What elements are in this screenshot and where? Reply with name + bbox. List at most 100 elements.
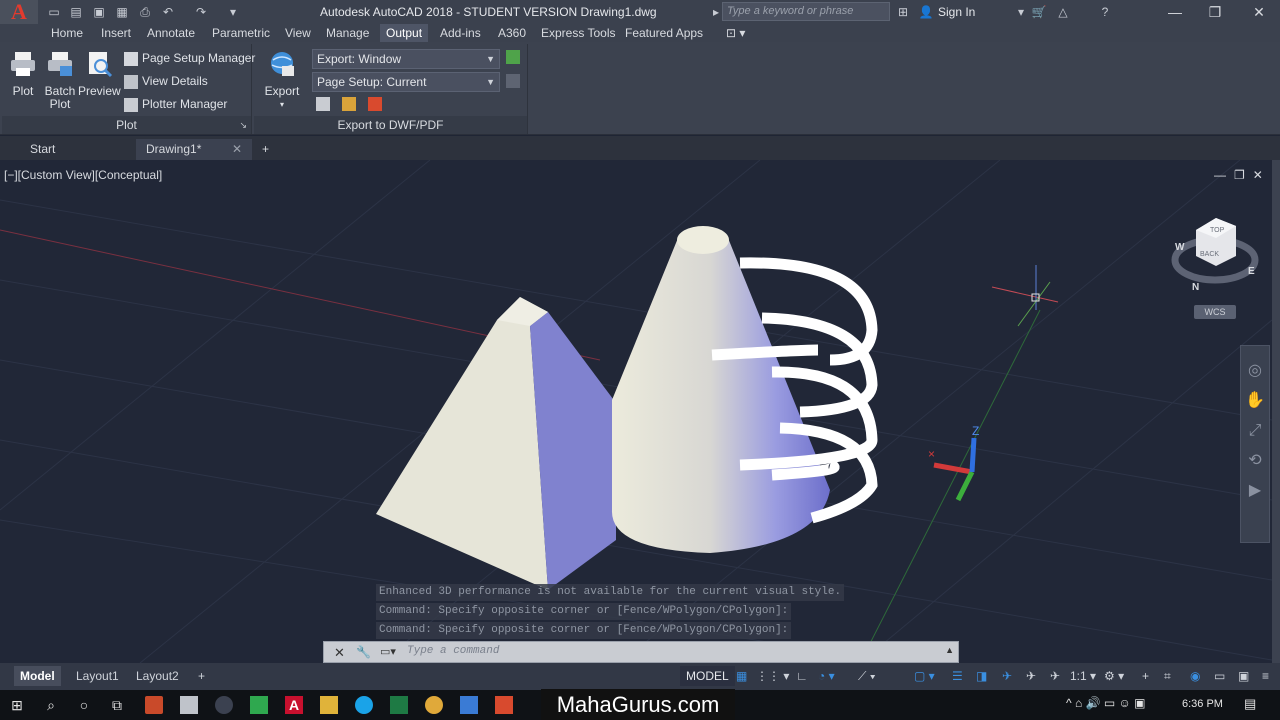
application-menu-button[interactable]: A [0, 0, 38, 24]
steering-wheel-icon[interactable]: ◎ [1241, 356, 1269, 386]
system-tray[interactable]: ^ ⌂ 🔊 ▭ ☺ ▣ [1066, 696, 1145, 710]
word-icon[interactable] [460, 696, 478, 714]
tab-model[interactable]: Model [14, 666, 61, 686]
file-explorer-icon[interactable] [320, 696, 338, 714]
tab-layout2[interactable]: Layout2 [130, 666, 185, 686]
ucs-icon[interactable]: × Z [928, 424, 979, 502]
ortho-icon[interactable]: ∟ [790, 666, 814, 686]
pyramid-solid[interactable] [376, 297, 616, 590]
customize-qat-icon[interactable]: ▾ [225, 4, 241, 20]
export-dwfx-icon[interactable] [342, 97, 356, 111]
save-icon[interactable]: ▣ [91, 4, 107, 20]
help-icon[interactable]: ? [1097, 4, 1113, 20]
tab-insert[interactable]: Insert [95, 24, 137, 42]
preview-dwf-icon[interactable] [316, 97, 330, 111]
tab-a360[interactable]: A360 [492, 24, 532, 42]
tab-home[interactable]: Home [45, 24, 89, 42]
undo-icon[interactable]: ↶ [160, 4, 176, 20]
snap-icon[interactable]: ⋮⋮ ▾ [750, 666, 795, 686]
chrome-icon[interactable] [425, 696, 443, 714]
tab-add-ins[interactable]: Add-ins [434, 24, 487, 42]
clean-screen-icon[interactable]: ▣ [1232, 666, 1255, 686]
task-view-icon[interactable]: ⧉ [108, 696, 126, 714]
pan-icon[interactable]: ✋ [1241, 386, 1269, 416]
customization-icon[interactable]: ≡ [1256, 666, 1275, 686]
auto-scale-icon[interactable]: ✈ [1044, 666, 1066, 686]
plot-button[interactable]: Plot [6, 50, 40, 98]
zoom-extents-icon[interactable]: ⤢ [1241, 416, 1269, 446]
page-setup-settings-icon[interactable] [506, 74, 520, 88]
sign-in-dropdown-icon[interactable]: ▾ [1013, 4, 1029, 20]
exchange-icon[interactable]: △ [1055, 4, 1071, 20]
annotation-monitor-icon[interactable]: + [1136, 666, 1155, 686]
search-icon[interactable]: ⌕ [42, 696, 60, 714]
drawing-viewport[interactable]: × Z TOP BACK W N E [−][Custom View][Conc… [0, 160, 1272, 663]
export-settings-icon[interactable] [506, 50, 520, 64]
save-as-icon[interactable]: ▦ [114, 4, 130, 20]
tab-manage[interactable]: Manage [320, 24, 375, 42]
model-space-toggle[interactable]: MODEL [680, 666, 735, 686]
cart-icon[interactable]: 🛒 [1031, 4, 1047, 20]
close-tab-icon[interactable]: ✕ [232, 139, 242, 159]
sign-in-button[interactable]: Sign In [938, 5, 975, 19]
clock[interactable]: 6:36 PM [1182, 698, 1223, 710]
close-icon[interactable]: ✕ [1244, 2, 1274, 22]
workspace-gear-icon[interactable]: ⚙ ▾ [1098, 666, 1130, 686]
viewcube[interactable]: TOP BACK W N E [1171, 218, 1259, 293]
open-icon[interactable]: ▤ [68, 4, 84, 20]
command-history-toggle-icon[interactable]: ▲ [945, 645, 954, 655]
orbit-icon[interactable]: ⟲ [1241, 446, 1269, 476]
export-pdf-icon[interactable] [368, 97, 382, 111]
cortana-icon[interactable]: ○ [75, 696, 93, 714]
camtasia-icon[interactable] [250, 696, 268, 714]
osnap-icon[interactable]: ▢ ▾ [908, 666, 941, 686]
page-setup-select[interactable]: Page Setup: Current ▼ [312, 72, 500, 92]
ribbon-options-icon[interactable]: ⊡ ▾ [720, 24, 751, 42]
plot-icon[interactable]: ⎙ [137, 4, 153, 20]
user-icon[interactable]: 👤 [918, 4, 934, 20]
annotation-visibility-icon[interactable]: ✈ [1020, 666, 1042, 686]
wcs-menu-button[interactable]: WCS [1194, 305, 1236, 319]
powerpoint-icon[interactable] [145, 696, 163, 714]
polar-icon[interactable]: ◔ ▾ [812, 666, 841, 686]
new-tab-button[interactable]: + [256, 139, 282, 160]
panel-dialog-launcher-icon[interactable]: ↘ [239, 120, 247, 131]
close-command-line-icon[interactable]: ✕ [334, 645, 345, 661]
tab-start[interactable]: Start [20, 139, 136, 160]
view-details-button[interactable]: View Details [124, 71, 208, 91]
page-setup-manager-button[interactable]: Page Setup Manager [124, 48, 255, 68]
notifications-icon[interactable]: ▤ [1244, 696, 1256, 712]
vertical-scrollbar[interactable] [1272, 160, 1280, 690]
tab-layout1[interactable]: Layout1 [70, 666, 125, 686]
export-button[interactable]: Export ▾ [260, 50, 304, 111]
preview-button[interactable]: Preview [78, 50, 121, 98]
transparency-icon[interactable]: ◨ [970, 666, 993, 686]
excel-icon[interactable] [390, 696, 408, 714]
new-icon[interactable]: ▭ [46, 4, 62, 20]
teamviewer-icon[interactable] [355, 696, 373, 714]
tab-featured-apps[interactable]: Featured Apps [619, 24, 709, 42]
command-input[interactable]: Type a command [407, 645, 499, 657]
tab-output[interactable]: Output [380, 24, 429, 42]
hardware-acceleration-icon[interactable]: ▭ [1208, 666, 1231, 686]
calculator-icon[interactable] [180, 696, 198, 714]
annotation-scale-select[interactable]: 1:1 ▾ [1064, 666, 1102, 686]
showmotion-icon[interactable]: ▶ [1241, 476, 1269, 506]
command-prompt-icon[interactable]: ▭▾ [380, 645, 396, 658]
plotter-manager-button[interactable]: Plotter Manager [124, 94, 227, 114]
redo-icon[interactable]: ↷ [193, 4, 209, 20]
camera-icon[interactable] [215, 696, 233, 714]
viewport-controls-label[interactable]: [−][Custom View][Conceptual] [4, 168, 162, 182]
isodraft-icon[interactable]: ⟋ ▾ [852, 666, 882, 686]
cone-solid[interactable] [611, 226, 830, 553]
help-search-input[interactable]: Type a keyword or phrase [722, 2, 890, 21]
units-icon[interactable]: ⌗ [1158, 666, 1177, 686]
batch-plot-button[interactable]: Batch Plot [40, 50, 80, 111]
lineweight-icon[interactable]: ☰ [946, 666, 969, 686]
viewport-window-controls[interactable]: —❐✕ [1214, 168, 1271, 182]
add-layout-icon[interactable]: + [192, 666, 211, 686]
restore-icon[interactable]: ❐ [1200, 2, 1230, 22]
recorder-icon[interactable] [495, 696, 513, 714]
minimize-icon[interactable]: — [1160, 2, 1190, 22]
export-window-select[interactable]: Export: Window ▼ [312, 49, 500, 69]
